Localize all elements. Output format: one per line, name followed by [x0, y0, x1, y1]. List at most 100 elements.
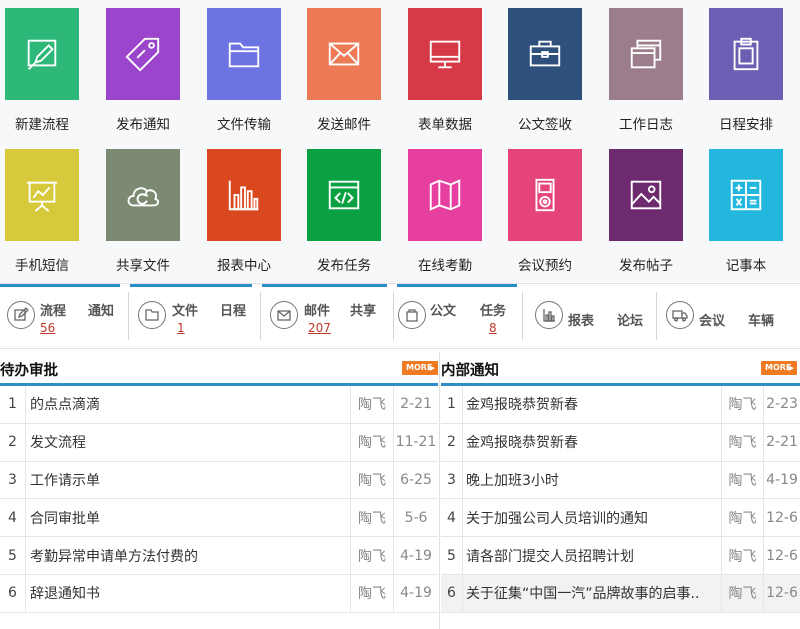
tile-notepad[interactable]: 记事本	[696, 149, 796, 274]
tile-doc-receive-square	[508, 8, 582, 100]
more-button[interactable]: MORE ▶	[402, 361, 438, 375]
tile-work-log[interactable]: 工作日志	[596, 8, 696, 133]
panel-header: 内部通知 MORE ▶	[441, 352, 800, 386]
tile-label: 在线考勤	[418, 258, 472, 274]
stats-share-label[interactable]: 共享	[350, 300, 376, 319]
table-row[interactable]: 1 金鸡报晓恭贺新春 陶飞 2-23	[441, 386, 800, 424]
clipboard-icon	[733, 37, 759, 71]
tile-label: 发布通知	[116, 117, 170, 133]
row-title[interactable]: 辞退通知书	[30, 575, 100, 612]
tile-label: 发送邮件	[317, 117, 371, 133]
tile-meeting-booking[interactable]: 会议预约	[495, 149, 595, 274]
row-title[interactable]: 关于加强公司人员培训的通知	[466, 499, 648, 536]
table-row[interactable]: 1 的点点滴滴 陶飞 2-21	[0, 386, 438, 424]
table-row[interactable]: 2 发文流程 陶飞 11-21	[0, 423, 438, 462]
row-number: 1	[0, 386, 26, 423]
tile-sms-square	[5, 149, 79, 241]
row-title[interactable]: 请各部门提交人员招聘计划	[466, 537, 634, 574]
stats-mail-count[interactable]: 207	[308, 321, 331, 335]
windows-icon	[630, 39, 662, 69]
stats-doc[interactable]: 公文 任务 8	[395, 284, 522, 348]
tile-publish-notice[interactable]: 发布通知	[93, 8, 193, 133]
tile-publish-task[interactable]: 发布任务	[294, 149, 394, 274]
image-icon	[630, 180, 662, 210]
mail-circle-icon	[270, 301, 298, 329]
tile-label: 文件传输	[217, 117, 271, 133]
more-button[interactable]: MORE ▶	[761, 361, 797, 375]
tile-label: 共享文件	[116, 258, 170, 274]
stats-vehicle-label[interactable]: 车辆	[748, 310, 774, 329]
row-title[interactable]: 合同审批单	[30, 499, 100, 536]
stats-report[interactable]: 报表 论坛	[524, 284, 654, 348]
row-date: 4-19	[763, 461, 800, 499]
table-row[interactable]: 2 金鸡报晓恭贺新春 陶飞 2-21	[441, 423, 800, 462]
row-author: 陶飞	[721, 461, 763, 499]
tile-send-mail[interactable]: 发送邮件	[294, 8, 394, 133]
stats-schedule-label[interactable]: 日程	[220, 300, 246, 319]
tile-schedule[interactable]: 日程安排	[696, 8, 796, 133]
row-title[interactable]: 工作请示单	[30, 462, 100, 499]
tile-label: 发布任务	[317, 258, 371, 274]
stats-doc-label: 公文	[430, 304, 457, 319]
row-title[interactable]: 金鸡报晓恭贺新春	[466, 424, 578, 461]
stats-task-count[interactable]: 8	[489, 321, 497, 335]
stats-file[interactable]: 文件 1 日程	[130, 284, 260, 348]
row-title[interactable]: 发文流程	[30, 424, 86, 461]
stats-task-label[interactable]: 任务	[480, 300, 506, 319]
stats-file-count[interactable]: 1	[177, 321, 185, 335]
tile-doc-receive[interactable]: 公文签收	[495, 8, 595, 133]
table-row[interactable]: 6 关于征集“中国一汽”品牌故事的启事.. 陶飞 12-6	[441, 574, 800, 613]
monitor-icon	[429, 40, 461, 69]
tile-form-data[interactable]: 表单数据	[395, 8, 495, 133]
tile-label: 新建流程	[15, 117, 69, 133]
folder-circle-icon	[138, 301, 166, 329]
row-number: 3	[0, 461, 26, 499]
tile-shared-files[interactable]: 共享文件	[93, 149, 193, 274]
pending-approval-panel: 待办审批 MORE ▶ 1 的点点滴滴 陶飞 2-21 2 发文流程 陶飞 11-…	[0, 352, 438, 629]
row-title[interactable]: 考勤异常申请单方法付费的	[30, 537, 198, 574]
table-row[interactable]: 4 合同审批单 陶飞 5-6	[0, 499, 438, 538]
mail-icon	[328, 42, 360, 66]
tile-attendance[interactable]: 在线考勤	[395, 149, 495, 274]
table-row[interactable]: 3 晚上加班3小时 陶飞 4-19	[441, 461, 800, 500]
stats-notice-label[interactable]: 通知	[88, 300, 114, 319]
table-row[interactable]: 5 考勤异常申请单方法付费的 陶飞 4-19	[0, 537, 438, 575]
stats-divider	[393, 292, 394, 340]
row-title[interactable]: 金鸡报晓恭贺新春	[466, 386, 578, 423]
stats-flow[interactable]: 流程 56 通知	[0, 284, 125, 348]
table-row[interactable]: 5 请各部门提交人员招聘计划 陶飞 12-6	[441, 537, 800, 575]
row-title[interactable]: 关于征集“中国一汽”品牌故事的启事..	[466, 575, 699, 612]
tile-report-center[interactable]: 报表中心	[194, 149, 294, 274]
tile-publish-post[interactable]: 发布帖子	[596, 149, 696, 274]
tile-sms[interactable]: 手机短信	[0, 149, 92, 274]
table-row[interactable]: 4 关于加强公司人员培训的通知 陶飞 12-6	[441, 499, 800, 538]
row-number: 6	[441, 574, 463, 612]
row-author: 陶飞	[350, 386, 393, 423]
row-date: 11-21	[393, 423, 438, 461]
table-row[interactable]: 3 工作请示单 陶飞 6-25	[0, 461, 438, 500]
bar-chart-icon	[228, 180, 259, 211]
tile-shared-files-square	[106, 149, 180, 241]
row-number: 5	[441, 537, 463, 574]
stats-meeting[interactable]: 会议 车辆	[658, 284, 800, 348]
tile-work-log-square	[609, 8, 683, 100]
folder-icon	[228, 42, 260, 68]
stats-forum-label[interactable]: 论坛	[617, 310, 643, 329]
table-row[interactable]: 6 辞退通知书 陶飞 4-19	[0, 574, 438, 613]
tile-schedule-square	[709, 8, 783, 100]
tile-file-transfer[interactable]: 文件传输	[194, 8, 294, 133]
tile-new-flow[interactable]: 新建流程	[0, 8, 92, 133]
tile-label: 发布帖子	[619, 258, 673, 274]
row-date: 4-19	[393, 537, 438, 574]
row-title[interactable]: 的点点滴滴	[30, 386, 100, 423]
tile-label: 记事本	[725, 258, 767, 274]
truck-circle-icon	[666, 301, 694, 329]
row-number: 4	[441, 499, 463, 537]
app-tile-grid: 新建流程 发布通知 文件传输 发送邮件 表单数据 公文签收 工作日志 日程安排 …	[0, 0, 800, 282]
stats-flow-count[interactable]: 56	[40, 321, 55, 335]
row-title[interactable]: 晚上加班3小时	[466, 462, 559, 499]
tile-meeting-booking-square	[508, 149, 582, 241]
stats-mail[interactable]: 邮件 207 共享	[262, 284, 392, 348]
tile-notepad-square	[709, 149, 783, 241]
stats-divider	[656, 292, 657, 340]
